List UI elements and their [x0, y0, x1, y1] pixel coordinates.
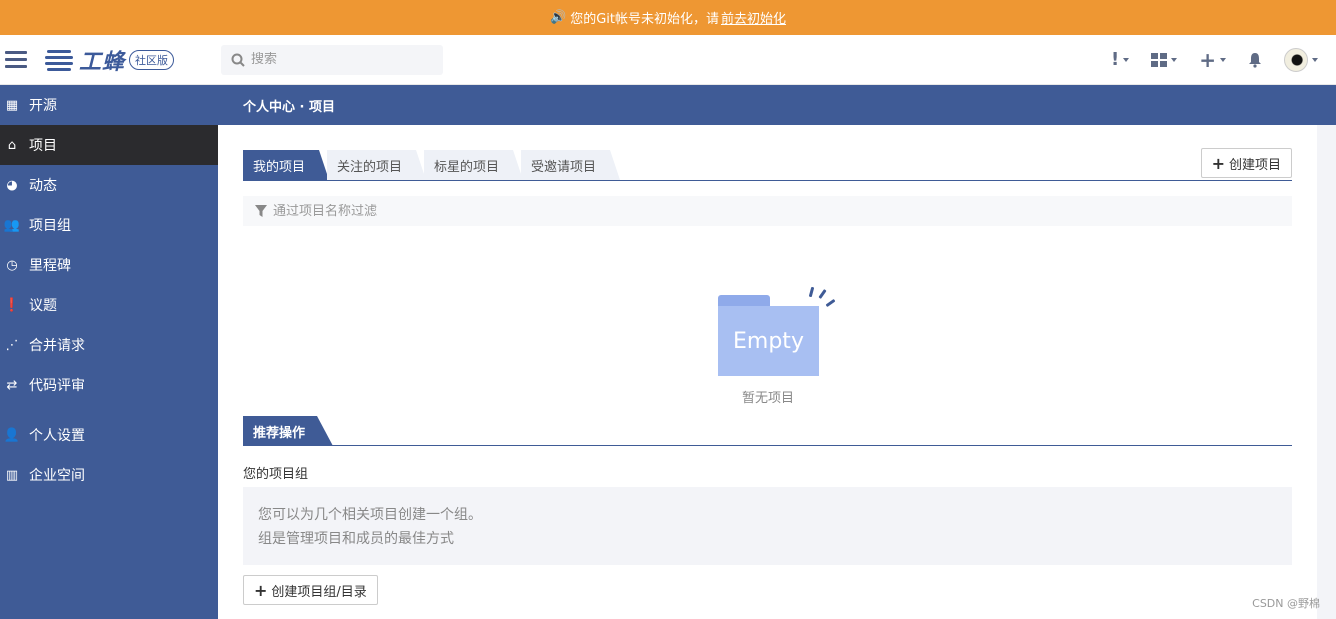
avatar — [1284, 47, 1308, 72]
create-group-button[interactable]: + 创建项目组/目录 — [243, 575, 378, 605]
empty-illustration: Empty — [718, 285, 836, 376]
sidebar-item-merge-requests[interactable]: ⋰ 合并请求 — [0, 325, 218, 365]
group-label: 您的项目组 — [243, 467, 309, 482]
apps-dropdown[interactable] — [1151, 52, 1178, 67]
watermark: CSDN @野棉 — [1252, 597, 1320, 610]
header-actions: ! + — [1089, 47, 1318, 72]
user-icon: 👤 — [3, 427, 21, 443]
create-project-label: 创建项目 — [1228, 157, 1281, 173]
sidebar-item-label: 议题 — [29, 298, 57, 314]
bell-icon — [1249, 52, 1261, 68]
filter-icon — [255, 205, 267, 217]
group-info-box: 您可以为几个相关项目创建一个组。 组是管理项目和成员的最佳方式 — [243, 487, 1292, 565]
sidebar-item-label: 动态 — [29, 178, 57, 194]
recommend-title: 推荐操作 — [243, 416, 334, 446]
code-review-icon: ⇄ — [6, 377, 18, 393]
top-header: 工蜂 社区版 ! + — [0, 35, 1336, 85]
exclamation-icon: ❗ — [3, 297, 21, 313]
create-dropdown[interactable]: + — [1199, 48, 1226, 72]
breadcrumb: 个人中心 · 项目 — [218, 85, 1336, 125]
merge-icon: ⋰ — [5, 337, 19, 353]
plus-icon: + — [254, 580, 268, 600]
tab-starred-projects[interactable]: 标星的项目 — [424, 150, 524, 180]
sidebar-item-milestones[interactable]: ◷ 里程碑 — [0, 245, 218, 285]
sidebar-item-activity[interactable]: ◕ 动态 — [0, 165, 218, 205]
search-input[interactable] — [251, 52, 432, 67]
sidebar-item-label: 开源 — [29, 98, 57, 114]
logo-text: 工蜂 — [79, 49, 126, 75]
sidebar-item-settings[interactable]: 👤 个人设置 — [0, 415, 218, 455]
home-icon: ⌂ — [7, 137, 17, 153]
tab-watched-projects[interactable]: 关注的项目 — [327, 150, 427, 180]
notifications-button[interactable] — [1248, 52, 1262, 68]
building-icon: ▥ — [5, 467, 19, 483]
sidebar-item-label: 项目 — [29, 138, 57, 154]
apps-grid-icon — [1151, 52, 1168, 67]
filter-input[interactable] — [273, 203, 673, 219]
sidebar-item-enterprise[interactable]: ▥ 企业空间 — [0, 455, 218, 495]
global-search[interactable] — [221, 44, 444, 75]
tab-invited-projects[interactable]: 受邀请项目 — [521, 150, 621, 180]
sidebar: ▦ 开源 ⌂ 项目 ◕ 动态 👥 项目组 ◷ 里程碑 ❗ 议题 ⋰ 合并请求 ⇄… — [0, 85, 218, 619]
dashboard-icon: ◕ — [6, 177, 18, 193]
sidebar-item-groups[interactable]: 👥 项目组 — [0, 205, 218, 245]
banner-text: 您的Git帐号未初始化，请 — [570, 12, 719, 27]
init-link[interactable]: 前去初始化 — [721, 8, 786, 27]
project-filter[interactable] — [243, 196, 1292, 226]
user-menu[interactable] — [1284, 47, 1318, 72]
speaker-icon: 🔊 — [550, 10, 567, 25]
sidebar-item-label: 企业空间 — [29, 468, 85, 484]
clock-icon: ◷ — [6, 257, 18, 273]
group-info-line: 您可以为几个相关项目创建一个组。 — [258, 507, 482, 523]
sidebar-item-issues[interactable]: ❗ 议题 — [0, 285, 218, 325]
alert-icon: ! — [1111, 49, 1120, 70]
recommend-section-header: 推荐操作 — [243, 416, 1292, 446]
sidebar-item-projects[interactable]: ⌂ 项目 — [0, 125, 218, 165]
map-icon: ▦ — [5, 97, 19, 113]
search-icon — [231, 53, 245, 67]
sidebar-item-label: 项目组 — [29, 218, 71, 234]
logo[interactable]: 工蜂 社区版 — [45, 44, 175, 76]
sidebar-item-label: 个人设置 — [29, 428, 85, 444]
tab-my-projects[interactable]: 我的项目 — [243, 150, 330, 180]
users-icon: 👥 — [3, 217, 21, 233]
main-panel: 我的项目 关注的项目 标星的项目 受邀请项目 + 创建项目 Empty 暂无项目… — [218, 125, 1317, 619]
sidebar-item-code-review[interactable]: ⇄ 代码评审 — [0, 365, 218, 405]
alert-dropdown[interactable]: ! — [1111, 49, 1130, 70]
sidebar-item-open-source[interactable]: ▦ 开源 — [0, 85, 218, 125]
sidebar-item-label: 合并请求 — [29, 338, 85, 354]
create-group-label: 创建项目组/目录 — [271, 584, 367, 600]
empty-folder-icon: Empty — [718, 306, 819, 376]
logo-mark-icon — [45, 46, 73, 74]
sidebar-item-label: 里程碑 — [29, 258, 71, 274]
project-tabs: 我的项目 关注的项目 标星的项目 受邀请项目 — [243, 150, 1292, 181]
menu-toggle-icon[interactable] — [5, 51, 27, 68]
edition-badge: 社区版 — [129, 49, 175, 70]
plus-icon: + — [1211, 153, 1225, 173]
plus-icon: + — [1199, 47, 1216, 72]
group-info-line: 组是管理项目和成员的最佳方式 — [258, 531, 454, 547]
announcement-banner: 🔊 您的Git帐号未初始化，请 前去初始化 — [0, 0, 1336, 35]
create-project-button[interactable]: + 创建项目 — [1200, 148, 1292, 178]
sidebar-item-label: 代码评审 — [29, 378, 85, 394]
empty-caption: 暂无项目 — [741, 391, 794, 406]
